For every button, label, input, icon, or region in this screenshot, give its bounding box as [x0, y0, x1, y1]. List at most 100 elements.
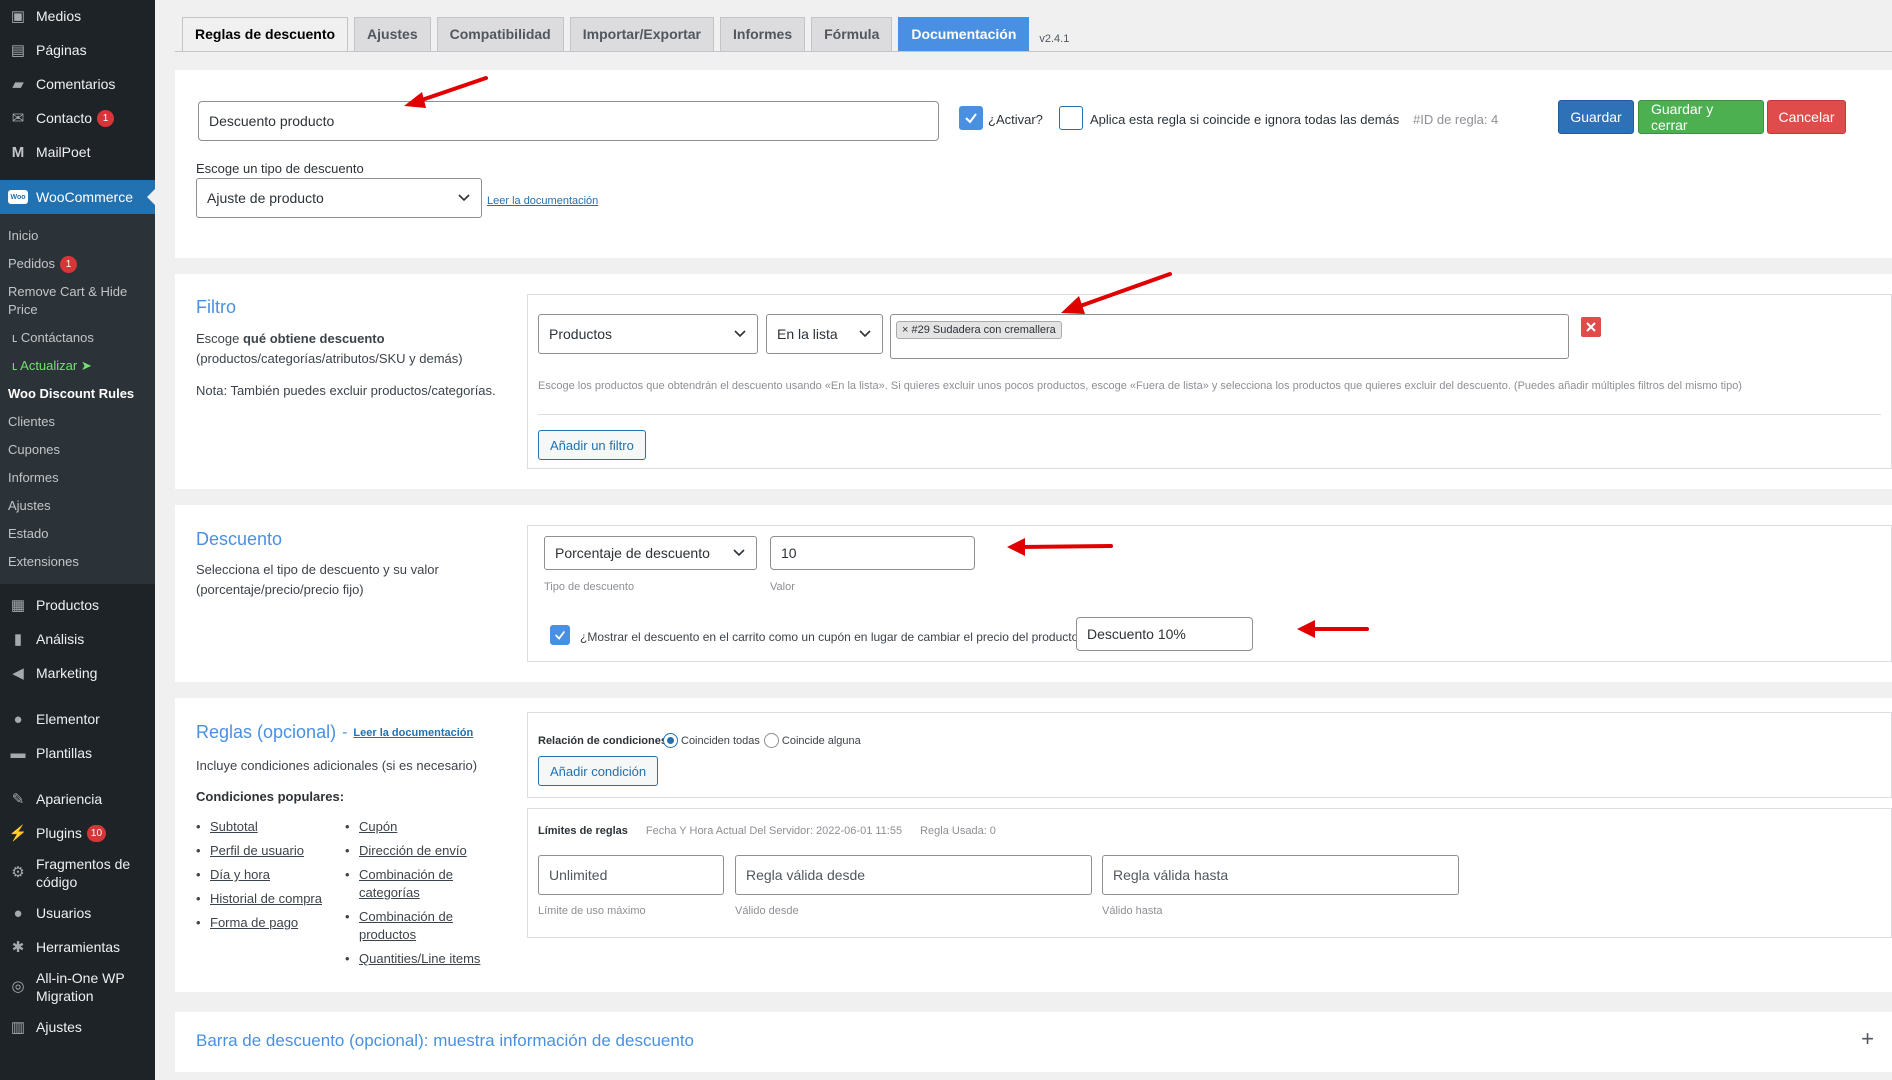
filter-type-select[interactable]: Productos — [538, 314, 758, 354]
filter-help: Escoge los productos que obtendrán el de… — [538, 380, 1742, 392]
sidebar-item-migration[interactable]: ◎ All-in-One WP Migration — [0, 964, 155, 1010]
tab-discount-rules[interactable]: Reglas de descuento — [182, 17, 349, 52]
discount-type-label: Escoge un tipo de descuento — [196, 161, 364, 176]
users-icon: ● — [13, 904, 23, 922]
discount-method-caption: Tipo de descuento — [544, 581, 635, 593]
filter-operator-select[interactable]: En la lista — [766, 314, 883, 354]
sidebar-item-pages[interactable]: ▤ Páginas — [0, 33, 155, 67]
add-condition-button[interactable]: Añadir condición — [538, 756, 659, 786]
max-use-input[interactable]: Unlimited — [538, 855, 724, 895]
submenu-item-clientes[interactable]: Clientes — [0, 408, 155, 436]
discount-method-select[interactable]: Porcentaje de descuento — [544, 536, 757, 570]
tab-documentation[interactable]: Documentación — [898, 17, 1030, 52]
coupon-label: ¿Mostrar el descuento en el carrito como… — [580, 630, 1085, 644]
product-tag[interactable]: × #29 Sudadera con cremallera — [896, 321, 1062, 339]
sidebar-item-ajustes-main[interactable]: ▥ Ajustes — [0, 1010, 155, 1044]
remove-filter-button[interactable] — [1581, 317, 1601, 337]
sidebar-item-plantillas[interactable]: ▬ Plantillas — [0, 736, 155, 770]
tab-formula[interactable]: Fórmula — [811, 17, 893, 52]
templates-icon: ▬ — [10, 744, 26, 762]
submenu-item-ajustes[interactable]: Ajustes — [0, 492, 155, 520]
sidebar-item-fragmentos[interactable]: ⚙ Fragmentos de código — [0, 850, 155, 896]
comments-icon: ▰ — [12, 76, 24, 93]
tab-settings[interactable]: Ajustes — [354, 17, 431, 52]
rules-heading: Reglas (opcional) - Leer la documentació… — [196, 722, 474, 742]
sidebar-item-elementor[interactable]: ● Elementor — [0, 702, 155, 736]
discount-type-select[interactable]: Ajuste de producto — [196, 178, 482, 218]
submenu-item-estado[interactable]: Estado — [0, 520, 155, 548]
sidebar-item-productos[interactable]: ▦ Productos — [0, 588, 155, 622]
sidebar-item-mailpoet[interactable]: M MailPoet — [0, 135, 155, 169]
sidebar-item-woocommerce[interactable]: Woo WooCommerce — [0, 180, 155, 214]
tab-divider — [175, 51, 1892, 52]
submenu-item-extensiones[interactable]: Extensiones — [0, 548, 155, 576]
coupon-checkbox[interactable] — [550, 625, 570, 645]
cancel-button[interactable]: Cancelar — [1767, 100, 1846, 134]
exclusive-checkbox[interactable] — [1059, 106, 1083, 130]
submenu-item-actualizar[interactable]: ʟ Actualizar ➤ — [0, 352, 155, 380]
sidebar-item-apariencia[interactable]: ✎ Apariencia — [0, 782, 155, 816]
sidebar-item-plugins[interactable]: ⚡ Plugins 10 — [0, 816, 155, 850]
condition-link[interactable]: Combinación de productos — [359, 908, 485, 944]
submenu-item-cupones[interactable]: Cupones — [0, 436, 155, 464]
discount-bar-card[interactable]: Barra de descuento (opcional): muestra i… — [175, 1012, 1892, 1072]
activate-checkbox[interactable] — [959, 106, 983, 130]
condition-link[interactable]: Quantities/Line items — [359, 950, 480, 968]
save-button[interactable]: Guardar — [1558, 100, 1634, 134]
discount-description: Selecciona el tipo de descuento y su val… — [196, 562, 439, 597]
condition-link[interactable]: Dirección de envío — [359, 842, 467, 860]
submenu-item-woo-discount-rules[interactable]: Woo Discount Rules — [0, 380, 155, 408]
expand-icon[interactable]: + — [1861, 1026, 1874, 1052]
rule-name-input[interactable]: Descuento producto — [198, 101, 939, 141]
discount-type-doc-link[interactable]: Leer la documentación — [487, 195, 598, 207]
discount-value-input[interactable]: 10 — [770, 536, 975, 570]
server-time: Fecha Y Hora Actual Del Servidor: 2022-0… — [645, 825, 903, 837]
filter-products-input[interactable]: × #29 Sudadera con cremallera — [890, 314, 1569, 359]
sidebar-item-analisis[interactable]: ▮ Análisis — [0, 622, 155, 656]
match-any-radio[interactable] — [763, 733, 779, 748]
tab-compatibility[interactable]: Compatibilidad — [436, 17, 564, 52]
snippets-icon: ⚙ — [11, 864, 25, 882]
woocommerce-submenu: Inicio Pedidos 1 Remove Cart & Hide Price… — [0, 214, 155, 585]
submenu-item-informes[interactable]: Informes — [0, 464, 155, 492]
condition-link[interactable]: Combinación de categorías — [359, 866, 485, 902]
submenu-item-contactanos[interactable]: ʟ Contáctanos — [0, 324, 155, 352]
valid-from-input[interactable]: Regla válida desde — [735, 855, 1092, 895]
discount-box: Porcentaje de descuento Tipo de descuent… — [527, 525, 1892, 662]
sidebar-item-usuarios[interactable]: ● Usuarios — [0, 896, 155, 930]
match-all-radio[interactable] — [663, 733, 678, 748]
add-filter-button[interactable]: Añadir un filtro — [538, 430, 646, 460]
condition-link[interactable]: Día y hora — [210, 866, 270, 884]
popular-conditions-col1: • Subtotal • Perfil de usuario • Día y hora… — [196, 818, 322, 932]
condition-link[interactable]: Cupón — [359, 818, 397, 836]
pages-icon: ▤ — [10, 42, 26, 59]
exclusive-label: Aplica esta regla si coincide e ignora t… — [1090, 112, 1400, 127]
appearance-icon: ✎ — [11, 791, 25, 809]
tab-reports[interactable]: Informes — [720, 17, 806, 52]
condition-link[interactable]: Subtotal — [210, 818, 258, 836]
tab-import-export[interactable]: Importar/Exportar — [569, 17, 714, 52]
conditions-box: Relación de condiciones Coinciden todas … — [527, 712, 1892, 798]
annotation-arrow-product — [1061, 272, 1172, 314]
discount-bar-title: Barra de descuento (opcional): muestra i… — [196, 1031, 695, 1050]
submenu-item-pedidos[interactable]: Pedidos 1 — [0, 250, 155, 278]
sidebar-item-contact[interactable]: ✉ Contacto 1 — [0, 101, 155, 135]
filter-note: Nota: También puedes excluir productos/c… — [196, 383, 496, 398]
submenu-item-inicio[interactable]: Inicio — [0, 222, 155, 250]
valid-to-input[interactable]: Regla válida hasta — [1102, 855, 1459, 895]
condition-link[interactable]: Historial de compra — [210, 890, 322, 908]
check-icon — [555, 630, 566, 640]
coupon-name-input[interactable]: Descuento 10% — [1076, 617, 1253, 651]
tools-icon: ✱ — [11, 939, 25, 957]
rules-doc-link[interactable]: Leer la documentación — [353, 727, 473, 739]
condition-link[interactable]: Forma de pago — [210, 914, 298, 932]
products-icon: ▦ — [10, 597, 26, 615]
condition-link[interactable]: Perfil de usuario — [210, 842, 304, 860]
sidebar-item-comments[interactable]: ▰ Comentarios — [0, 67, 155, 101]
sidebar-item-marketing[interactable]: ◀ Marketing — [0, 656, 155, 690]
submenu-item-remove-cart[interactable]: Remove Cart & Hide Price — [0, 278, 155, 324]
sidebar-item-herramientas[interactable]: ✱ Herramientas — [0, 930, 155, 964]
save-close-button[interactable]: Guardar y cerrar — [1638, 100, 1764, 134]
sidebar-item-media[interactable]: ▣ Medios — [0, 0, 155, 33]
orders-badge: 1 — [59, 256, 77, 274]
